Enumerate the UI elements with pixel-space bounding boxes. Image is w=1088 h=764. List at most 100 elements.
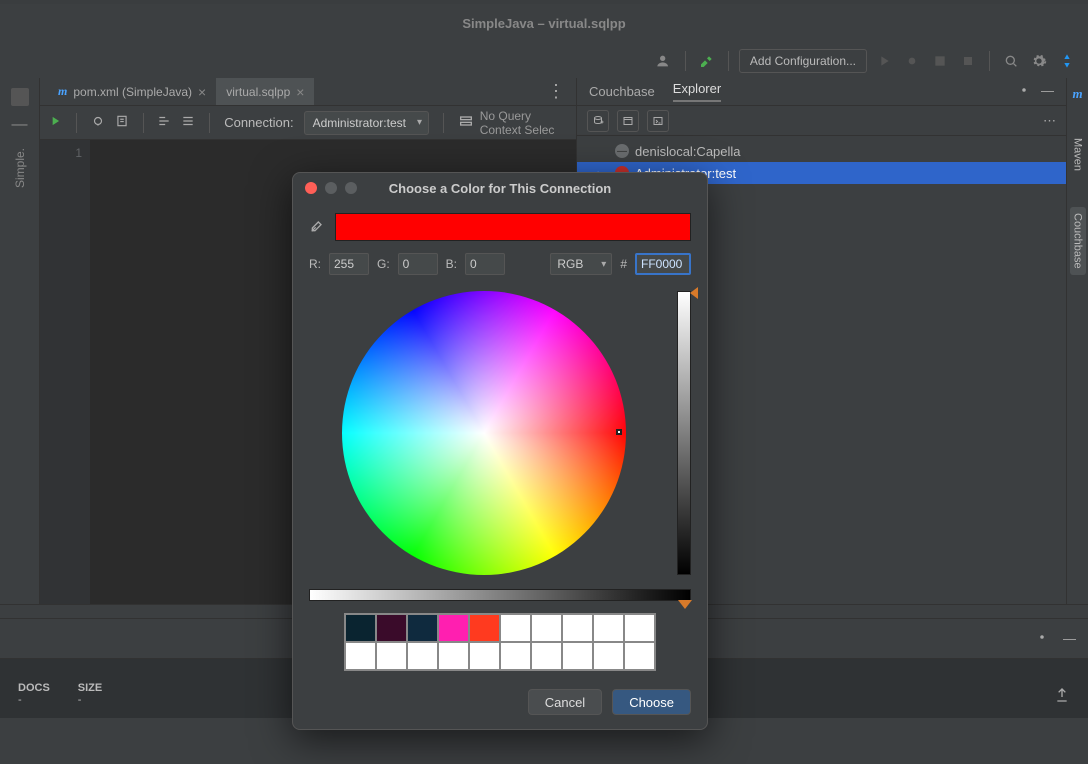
preset-cell[interactable]: [562, 642, 593, 670]
color-picker-dialog: Choose a Color for This Connection R: G:…: [292, 172, 708, 730]
preset-cell[interactable]: [593, 614, 624, 642]
brightness-thumb-icon[interactable]: [690, 287, 698, 299]
preset-cell[interactable]: [531, 642, 562, 670]
maven-tool-tab[interactable]: Maven: [1070, 132, 1086, 177]
size-label: SIZE: [78, 682, 102, 694]
coverage-icon[interactable]: [929, 50, 951, 72]
preset-cell[interactable]: [407, 614, 438, 642]
tab-label: virtual.sqlpp: [226, 85, 290, 99]
color-mode-combo[interactable]: RGB: [550, 253, 612, 275]
b-label: B:: [446, 257, 457, 271]
connection-status-icon: —: [615, 144, 629, 158]
right-gutter: m Maven Couchbase: [1066, 78, 1088, 604]
run-query-icon[interactable]: [48, 114, 62, 131]
window-title: SimpleJava – virtual.sqlpp: [0, 4, 1088, 44]
r-label: R:: [309, 257, 321, 271]
context-icon[interactable]: [458, 113, 474, 132]
b-input[interactable]: [465, 253, 505, 275]
add-connection-icon[interactable]: [587, 110, 609, 132]
history-icon[interactable]: [157, 114, 171, 131]
line-number-gutter: 1: [40, 140, 90, 604]
eyedropper-icon[interactable]: [309, 218, 325, 237]
connection-combo[interactable]: Administrator:test: [304, 111, 429, 135]
add-configuration-button[interactable]: Add Configuration...: [739, 49, 867, 73]
docs-value: -: [18, 694, 50, 706]
user-dropdown-icon[interactable]: [653, 50, 675, 72]
choose-button[interactable]: Choose: [612, 689, 691, 715]
left-gutter-label[interactable]: Simple.: [13, 148, 27, 188]
left-gutter: — Simple.: [0, 78, 40, 604]
panel-tab-explorer[interactable]: Explorer: [673, 81, 721, 102]
maven-tool-icon[interactable]: m: [1072, 86, 1082, 102]
brightness-slider[interactable]: [677, 291, 691, 575]
preset-cell[interactable]: [438, 614, 469, 642]
preset-cell[interactable]: [469, 614, 500, 642]
couchbase-tool-tab[interactable]: Couchbase: [1070, 207, 1086, 275]
panel-gear-icon[interactable]: [1017, 83, 1031, 100]
main-toolbar: Add Configuration...: [0, 44, 1088, 78]
preset-cell[interactable]: [531, 614, 562, 642]
preset-cell[interactable]: [593, 642, 624, 670]
opacity-slider[interactable]: [309, 589, 691, 601]
tab-virtual-sqlpp[interactable]: virtual.sqlpp ×: [216, 78, 314, 105]
g-input[interactable]: [398, 253, 438, 275]
console-icon[interactable]: [647, 110, 669, 132]
preset-cell[interactable]: [376, 614, 407, 642]
list-icon[interactable]: [181, 114, 195, 131]
panel-minimize-icon[interactable]: —: [1041, 83, 1054, 100]
color-wheel-cursor[interactable]: [616, 429, 622, 435]
tree-item-label: denislocal:Capella: [635, 144, 741, 159]
preset-cell[interactable]: [624, 642, 655, 670]
panel-tab-couchbase[interactable]: Couchbase: [589, 84, 655, 99]
preset-cell[interactable]: [624, 614, 655, 642]
preset-cell[interactable]: [407, 642, 438, 670]
cancel-button[interactable]: Cancel: [528, 689, 602, 715]
explain-icon[interactable]: [115, 114, 129, 131]
connection-label: Connection:: [224, 115, 293, 130]
preset-cell[interactable]: [376, 642, 407, 670]
shelf-gear-icon[interactable]: [1035, 630, 1049, 647]
preset-cell[interactable]: [345, 642, 376, 670]
docs-label: DOCS: [18, 682, 50, 694]
hint-icon[interactable]: [91, 114, 105, 131]
r-input[interactable]: [329, 253, 369, 275]
opacity-thumb-icon[interactable]: [678, 600, 692, 609]
maven-file-icon: m: [58, 84, 67, 99]
no-context-label: No Query Context Selec: [480, 109, 568, 137]
preset-cell[interactable]: [438, 642, 469, 670]
preset-cell[interactable]: [345, 614, 376, 642]
preset-cell[interactable]: [562, 614, 593, 642]
hex-input[interactable]: [635, 253, 691, 275]
hash-label: #: [620, 257, 627, 271]
size-value: -: [78, 694, 102, 706]
close-icon[interactable]: ×: [296, 84, 304, 100]
color-wheel[interactable]: [342, 291, 626, 575]
editor-tabbar: m pom.xml (SimpleJava) × virtual.sqlpp ×…: [40, 78, 576, 106]
preset-cell[interactable]: [500, 642, 531, 670]
panel-more-icon[interactable]: ⋯: [1043, 113, 1056, 129]
share-icon[interactable]: [1054, 687, 1070, 706]
debug-icon[interactable]: [901, 50, 923, 72]
color-preview-swatch: [335, 213, 691, 241]
tab-pom-xml[interactable]: m pom.xml (SimpleJava) ×: [48, 78, 216, 105]
query-toolbar: Connection: Administrator:test No Query …: [40, 106, 576, 140]
collapse-left-icon[interactable]: —: [12, 116, 28, 134]
run-icon[interactable]: [873, 50, 895, 72]
window-icon[interactable]: [617, 110, 639, 132]
settings-gear-icon[interactable]: [1028, 50, 1050, 72]
color-preset-grid: [344, 613, 656, 671]
stop-icon[interactable]: [957, 50, 979, 72]
build-hammer-icon[interactable]: [696, 50, 718, 72]
preset-cell[interactable]: [469, 642, 500, 670]
search-icon[interactable]: [1000, 50, 1022, 72]
tab-overflow-icon[interactable]: ⋮: [547, 81, 566, 102]
project-tool-icon[interactable]: [11, 88, 29, 106]
plugin-icon[interactable]: [1056, 50, 1078, 72]
preset-cell[interactable]: [500, 614, 531, 642]
close-icon[interactable]: ×: [198, 84, 206, 100]
tab-label: pom.xml (SimpleJava): [73, 85, 192, 99]
shelf-minimize-icon[interactable]: —: [1063, 631, 1076, 646]
dialog-title: Choose a Color for This Connection: [293, 181, 707, 196]
tree-item-denislocal[interactable]: — denislocal:Capella: [577, 140, 1066, 162]
g-label: G:: [377, 257, 390, 271]
